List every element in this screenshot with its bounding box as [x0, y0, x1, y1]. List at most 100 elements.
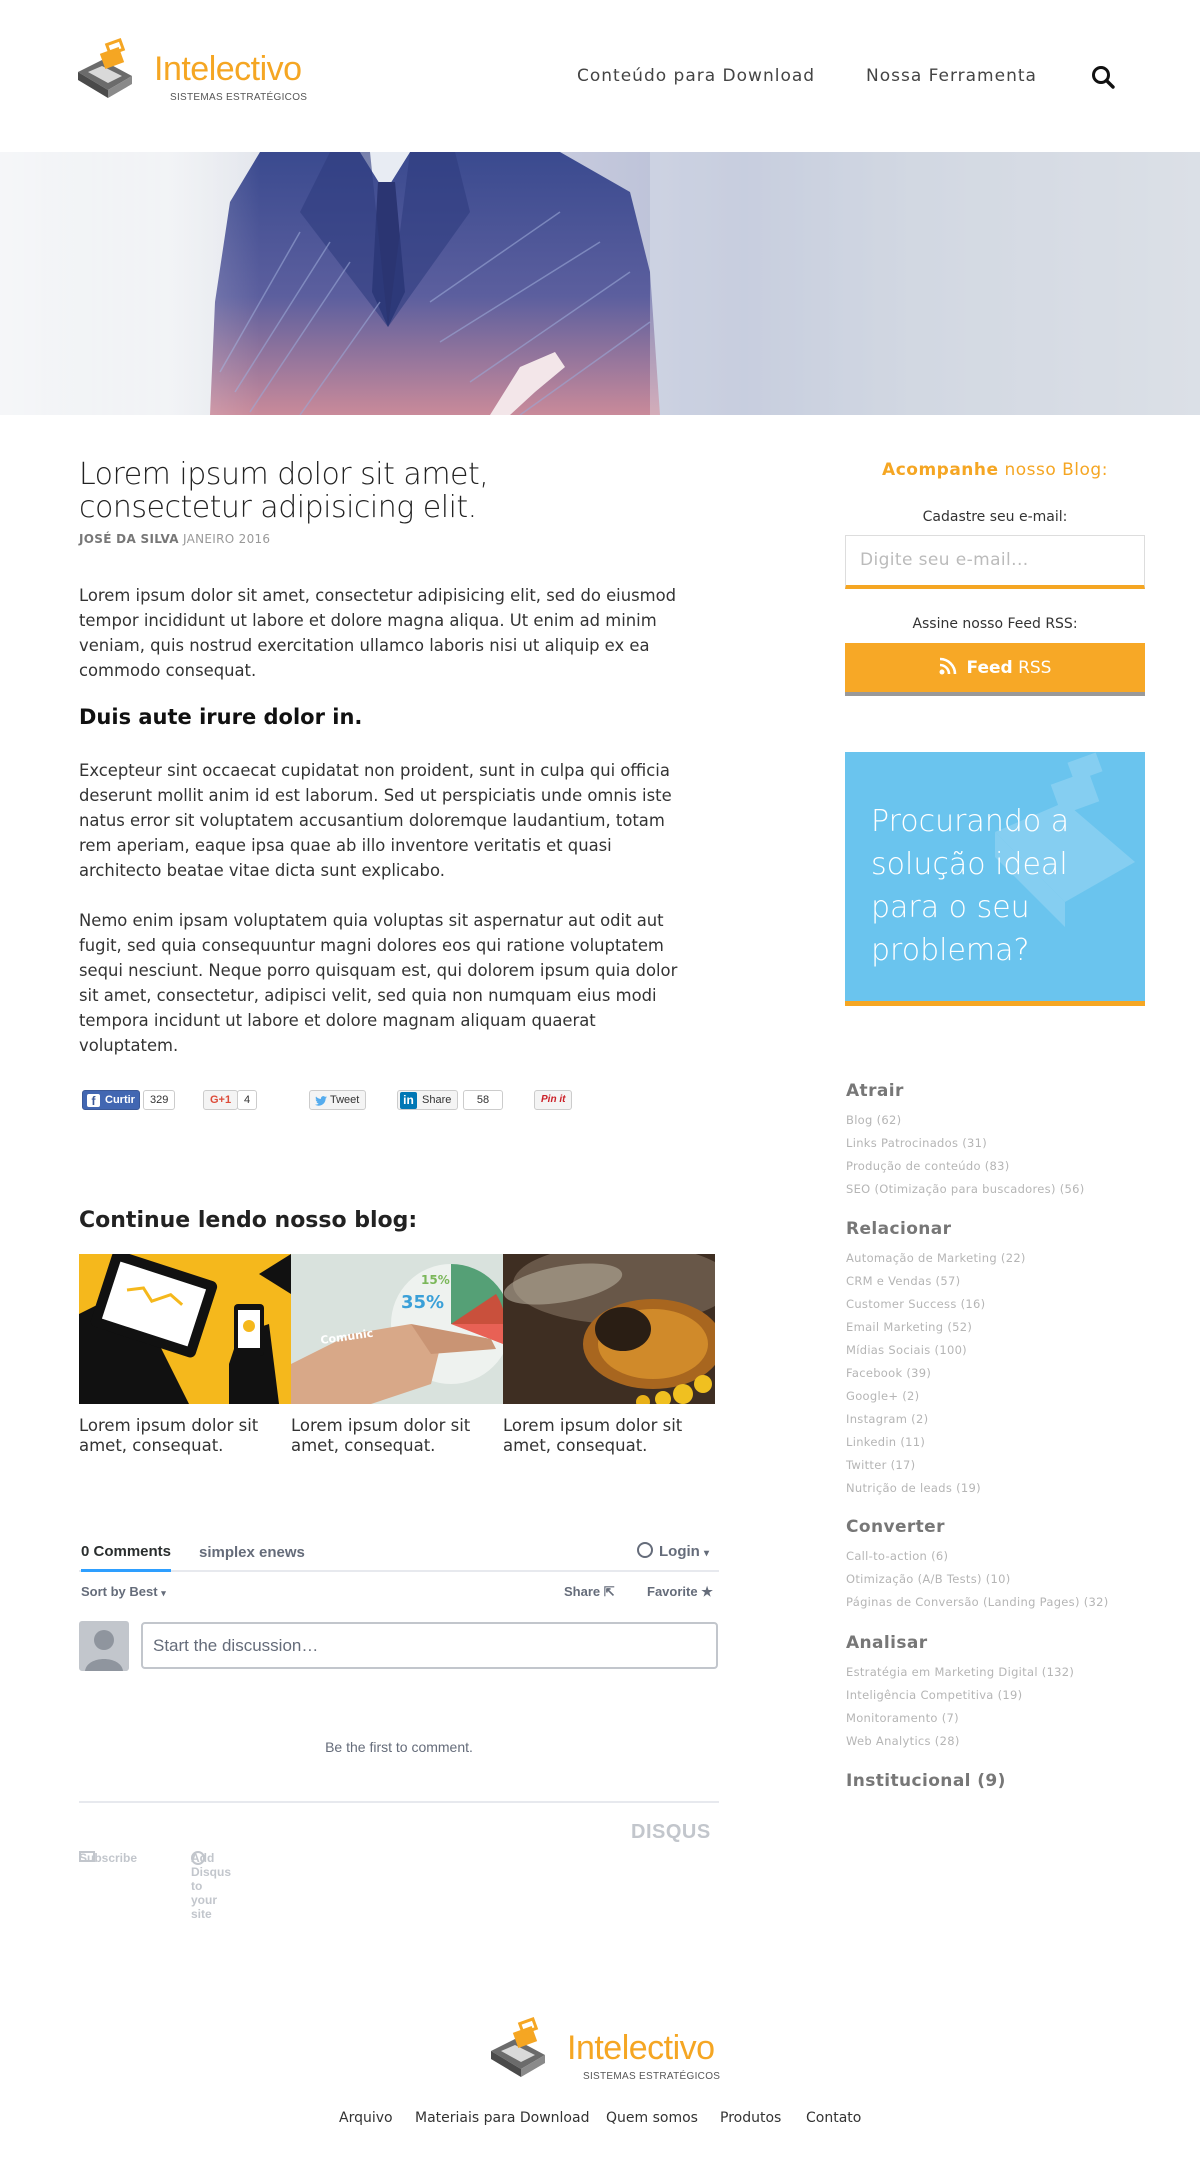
category-link[interactable]: SEO (Otimização para buscadores) (56)	[846, 1178, 1085, 1201]
email-field[interactable]: Digite seu e-mail...	[845, 535, 1145, 589]
linkedin-share-label: Share	[422, 1094, 452, 1106]
post-thumbnail-3[interactable]	[503, 1254, 715, 1404]
category-link[interactable]: Produção de conteúdo (83)	[846, 1155, 1085, 1178]
category-link[interactable]: Nutrição de leads (19)	[846, 1477, 1026, 1500]
footer-logo[interactable]: Intelectivo SISTEMAS ESTRATÉGICOS	[487, 2015, 727, 2095]
linkedin-count: 58	[463, 1090, 503, 1110]
linkedin-share-button[interactable]: in Share	[397, 1090, 459, 1110]
follow-bold: Acompanhe	[882, 460, 999, 480]
disqus-toolbar: Sort by Best ▾ Share ⇱ Favorite ★	[79, 1584, 719, 1604]
category-link[interactable]: Google+ (2)	[846, 1385, 1026, 1408]
category-link[interactable]: Mídias Sociais (100)	[846, 1339, 1026, 1362]
category-items: Estratégia em Marketing Digital (132) Int…	[846, 1661, 1074, 1753]
post-caption-1[interactable]: Lorem ipsum dolor sit amet, consequat.	[79, 1416, 284, 1456]
login-label: Login	[659, 1543, 700, 1560]
rss-icon	[939, 657, 956, 675]
footer-link-quem-somos[interactable]: Quem somos	[606, 2110, 698, 2126]
footer-link-produtos[interactable]: Produtos	[720, 2110, 781, 2126]
tab-community[interactable]: simplex enews	[199, 1544, 305, 1561]
sort-dropdown[interactable]: Sort by Best ▾	[81, 1584, 166, 1599]
category-heading[interactable]: Analisar	[846, 1633, 928, 1653]
category-link[interactable]: Instagram (2)	[846, 1408, 1026, 1431]
category-link[interactable]: Blog (62)	[846, 1109, 1085, 1132]
tab-comments[interactable]: 0 Comments	[81, 1543, 172, 1572]
subscribe-label: Subscribe	[79, 1851, 138, 1865]
star-icon: ★	[701, 1584, 713, 1599]
category-items: Blog (62) Links Patrocinados (31) Produção…	[846, 1109, 1085, 1201]
category-link[interactable]: Automação de Marketing (22)	[846, 1247, 1026, 1270]
linkedin-icon: in	[400, 1092, 417, 1109]
article-paragraph-1: Lorem ipsum dolor sit amet, consectetur …	[79, 586, 677, 680]
category-heading[interactable]: Institucional (9)	[846, 1771, 1006, 1791]
logo-name: Intelectivo	[154, 50, 302, 88]
article-byline: JOSÉ DA SILVA JANEIRO 2016	[79, 532, 270, 546]
footer-link-contato[interactable]: Contato	[806, 2110, 861, 2126]
category-link[interactable]: Inteligência Competitiva (19)	[846, 1684, 1074, 1707]
disqus-brand[interactable]: DISQUS	[631, 1821, 711, 1844]
category-items: Automação de Marketing (22) CRM e Vendas …	[846, 1247, 1026, 1500]
footer-link-materiais[interactable]: Materiais para Download	[415, 2110, 589, 2126]
article-paragraph-2: Excepteur sint occaecat cupidatat non pr…	[79, 761, 672, 880]
share-icon: ⇱	[603, 1584, 615, 1599]
social-share-bar: f Curtir 329 G+1 4 Tweet in Share 58 Pin…	[0, 1090, 700, 1112]
category-link[interactable]: CRM e Vendas (57)	[846, 1270, 1026, 1293]
category-link[interactable]: Web Analytics (28)	[846, 1730, 1074, 1753]
hero-image	[0, 152, 1200, 415]
rss-rest: RSS	[1012, 658, 1052, 678]
category-link[interactable]: Customer Success (16)	[846, 1293, 1026, 1316]
promo-banner[interactable]: Procurando a solução ideal para o seu pr…	[845, 752, 1145, 1006]
category-link[interactable]: Twitter (17)	[846, 1454, 1026, 1477]
category-link[interactable]: Links Patrocinados (31)	[846, 1132, 1085, 1155]
site-header: Intelectivo SISTEMAS ESTRATÉGICOS Conteú…	[0, 0, 1200, 152]
rss-label: Assine nosso Feed RSS:	[912, 616, 1078, 632]
post-thumbnail-2[interactable]: 35% 15% Comunic	[291, 1254, 503, 1404]
nav-ferramenta[interactable]: Nossa Ferramenta	[866, 66, 1037, 86]
sort-label: Sort by Best	[81, 1584, 158, 1599]
favorite-label: Favorite	[647, 1584, 698, 1599]
category-link[interactable]: Facebook (39)	[846, 1362, 1026, 1385]
share-button[interactable]: Share ⇱	[564, 1584, 615, 1600]
logo-mark-icon	[491, 2016, 545, 2077]
svg-text:15%: 15%	[421, 1273, 450, 1287]
tweet-button[interactable]: Tweet	[309, 1090, 367, 1110]
site-logo[interactable]: Intelectivo SISTEMAS ESTRATÉGICOS	[74, 36, 314, 116]
category-link[interactable]: Otimização (A/B Tests) (10)	[846, 1568, 1109, 1591]
share-label: Share	[564, 1584, 601, 1599]
facebook-like-button[interactable]: f Curtir	[82, 1090, 140, 1110]
logo-tagline: SISTEMAS ESTRATÉGICOS	[170, 92, 308, 103]
category-link[interactable]: Monitoramento (7)	[846, 1707, 1074, 1730]
chevron-down-icon: ▾	[161, 1588, 166, 1598]
follow-rest: nosso Blog:	[998, 460, 1108, 480]
category-heading[interactable]: Converter	[846, 1517, 945, 1537]
category-link[interactable]: Páginas de Conversão (Landing Pages) (32…	[846, 1591, 1109, 1614]
disqus-logo-icon	[637, 1542, 653, 1558]
category-link[interactable]: Linkedin (11)	[846, 1431, 1026, 1454]
post-thumbnail-1[interactable]	[79, 1254, 291, 1404]
pinterest-button[interactable]: Pin it	[534, 1090, 573, 1110]
footer-link-arquivo[interactable]: Arquivo	[339, 2110, 393, 2126]
category-link[interactable]: Estratégia em Marketing Digital (132)	[846, 1661, 1074, 1684]
post-caption-2[interactable]: Lorem ipsum dolor sit amet, consequat.	[291, 1416, 496, 1456]
category-link[interactable]: Call-to-action (6)	[846, 1545, 1109, 1568]
twitter-bird-icon	[315, 1096, 327, 1106]
article-author[interactable]: JOSÉ DA SILVA	[79, 532, 179, 546]
search-icon[interactable]	[1090, 64, 1118, 92]
favorite-button[interactable]: Favorite ★	[647, 1584, 713, 1600]
article-paragraph-3: Nemo enim ipsam voluptatem quia voluptas…	[79, 911, 678, 1055]
nav-download[interactable]: Conteúdo para Download	[577, 66, 815, 86]
facebook-icon: f	[87, 1094, 100, 1108]
category-heading[interactable]: Relacionar	[846, 1219, 951, 1239]
facebook-like-count: 329	[143, 1090, 176, 1110]
footer-logo-name: Intelectivo	[567, 2029, 715, 2067]
disqus-tabs: 0 Comments simplex enews Login ▾	[79, 1536, 719, 1572]
svg-text:35%: 35%	[401, 1292, 444, 1313]
comment-input[interactable]: Start the discussion…	[141, 1622, 718, 1669]
login-button[interactable]: Login ▾	[637, 1542, 709, 1560]
article-title: Lorem ipsum dolor sit amet, consectetur …	[79, 457, 489, 525]
promo-text: Procurando a solução ideal para o seu pr…	[871, 804, 1070, 968]
rss-feed-button[interactable]: Feed RSS	[845, 643, 1145, 696]
post-caption-3[interactable]: Lorem ipsum dolor sit amet, consequat.	[503, 1416, 708, 1456]
category-link[interactable]: Email Marketing (52)	[846, 1316, 1026, 1339]
category-heading[interactable]: Atrair	[846, 1081, 904, 1101]
gplus-button[interactable]: G+1	[203, 1090, 239, 1110]
